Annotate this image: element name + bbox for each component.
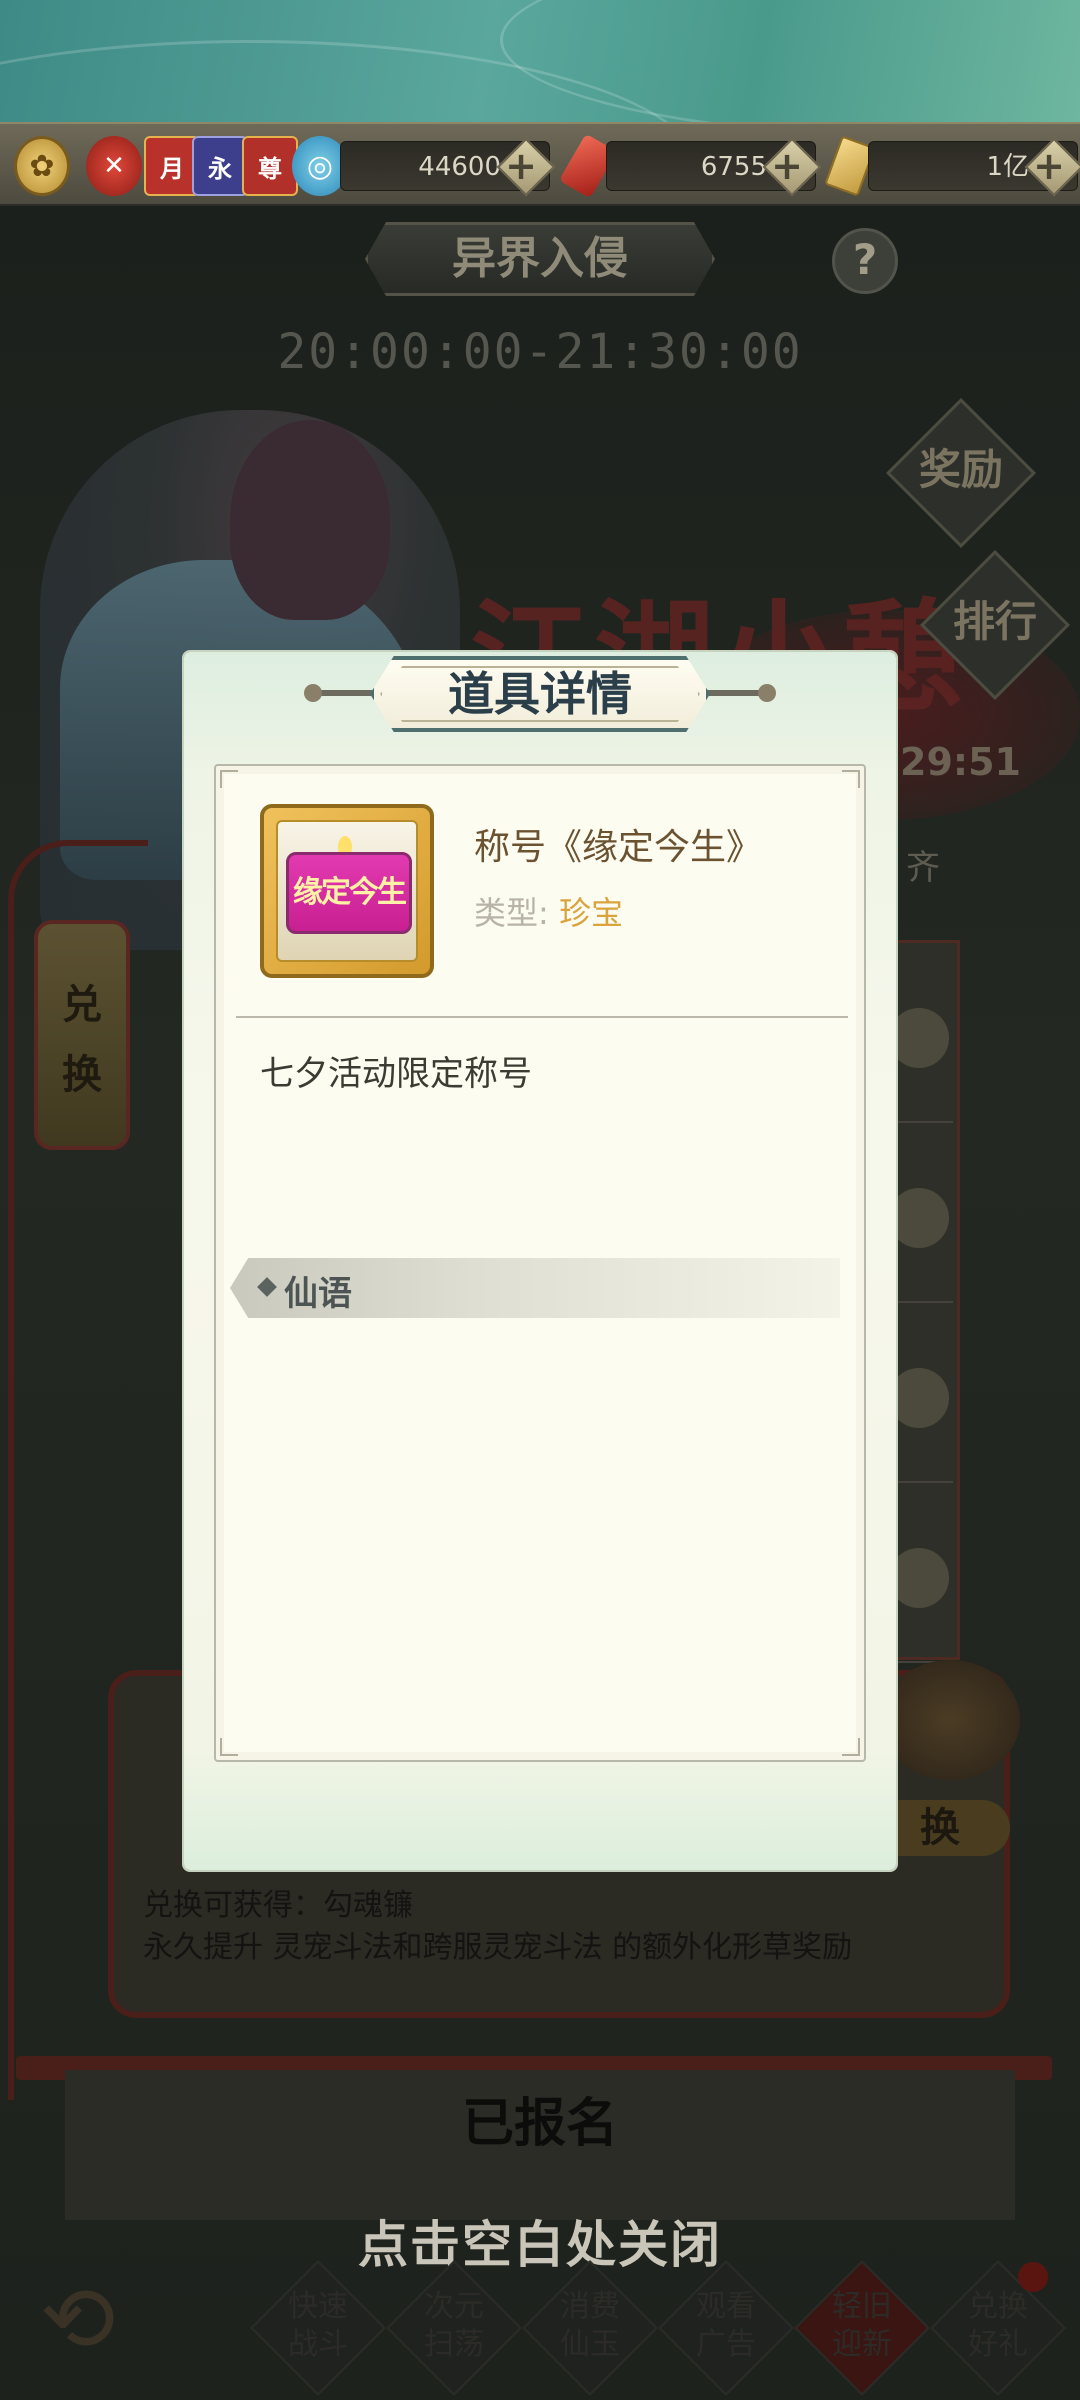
corner-ornament	[842, 1738, 860, 1756]
exchange-lantern-button[interactable]: 兑 换	[34, 920, 130, 1150]
new-year-button[interactable]: 轻旧 迎新	[794, 2260, 930, 2396]
title-scroll-icon: 缘定今生	[286, 852, 412, 934]
dimension-sweep-button[interactable]: 次元 扫荡	[386, 2260, 522, 2396]
supreme-card-label: 尊	[258, 154, 282, 183]
item-name: 称号《缘定今生》	[474, 827, 763, 868]
plus-icon: +	[771, 144, 803, 188]
item-description: 七夕活动限定称号	[260, 1054, 532, 1094]
quick-battle-button[interactable]: 快速 战斗	[250, 2260, 386, 2396]
corner-ornament	[220, 1738, 238, 1756]
vip-emblem-icon[interactable]: ✕	[86, 136, 142, 196]
spend-jade-button[interactable]: 消费 仙玉	[522, 2260, 658, 2396]
reward-label: 奖励	[918, 445, 1003, 494]
exchange-gain-line-1: 兑换可获得：勾魂镰	[143, 1888, 413, 1923]
item-detail-card: 缘定今生 称号《缘定今生》 类型: 珍宝 七夕活动限定称号 仙语	[214, 764, 866, 1762]
jade-currency-slot: 44600 +	[340, 137, 556, 197]
signup-status: 已报名	[65, 2070, 1015, 2220]
item-detail-modal[interactable]: 道具详情 缘定今生 称号《缘定今生》 类型: 珍宝 七夕活动限定称号 仙语	[184, 652, 896, 1870]
plus-icon: +	[1033, 144, 1065, 188]
currency-bar: ✿ ✕ 月 永 尊 ◎ 44600 + 6755 + 1亿 +	[0, 122, 1080, 206]
gold-value: 1亿	[986, 152, 1029, 182]
red-currency-slot: 6755 +	[606, 137, 822, 197]
monthly-card-label: 月	[160, 154, 184, 183]
character-head	[230, 420, 390, 620]
lantern-label-top: 兑	[62, 982, 102, 1028]
partial-label: 齐	[906, 848, 940, 888]
permanent-card-icon[interactable]: 永	[192, 136, 248, 196]
top-banner	[0, 0, 1080, 122]
red-value: 6755	[700, 152, 767, 182]
notification-dot	[1018, 2262, 1048, 2292]
item-icon: 缘定今生	[260, 804, 434, 978]
supreme-card-icon[interactable]: 尊	[242, 136, 298, 196]
event-time: 20:00:00-21:30:00	[277, 324, 803, 380]
help-button[interactable]: ?	[832, 228, 898, 294]
section-label: 仙语	[284, 1274, 352, 1314]
title-frame	[380, 666, 700, 722]
countdown-timer: 29:51	[900, 740, 1021, 784]
item-type-label: 类型:	[474, 894, 549, 932]
lucky-bag-icon[interactable]	[880, 1660, 1020, 1780]
corner-ornament	[842, 770, 860, 788]
lantern-label-bottom: 换	[62, 1052, 102, 1098]
rank-button[interactable]: 排行	[920, 550, 1070, 700]
gold-currency-slot: 1亿 +	[868, 137, 1080, 197]
plus-icon: +	[505, 144, 537, 188]
event-title: 异界入侵	[365, 222, 715, 296]
item-type-value: 珍宝	[558, 894, 623, 932]
item-type: 类型: 珍宝	[474, 888, 623, 934]
back-arrow-icon[interactable]: ⟲	[40, 2270, 180, 2370]
reward-button[interactable]: 奖励	[886, 398, 1036, 548]
jade-value: 44600	[418, 152, 501, 182]
exchange-gain-text: 兑换可获得：勾魂镰 永久提升 灵宠斗法和跨服灵宠斗法 的额外化形草奖励	[143, 1885, 1003, 1969]
corner-ornament	[220, 770, 238, 788]
permanent-card-label: 永	[208, 154, 232, 183]
exchange-gain-line-2: 永久提升 灵宠斗法和跨服灵宠斗法 的额外化形草奖励	[143, 1930, 853, 1965]
rank-label: 排行	[952, 597, 1037, 646]
watch-ad-button[interactable]: 观看 广告	[658, 2260, 794, 2396]
divider	[236, 1016, 848, 1018]
settings-medallion-icon[interactable]: ✿	[14, 136, 70, 196]
